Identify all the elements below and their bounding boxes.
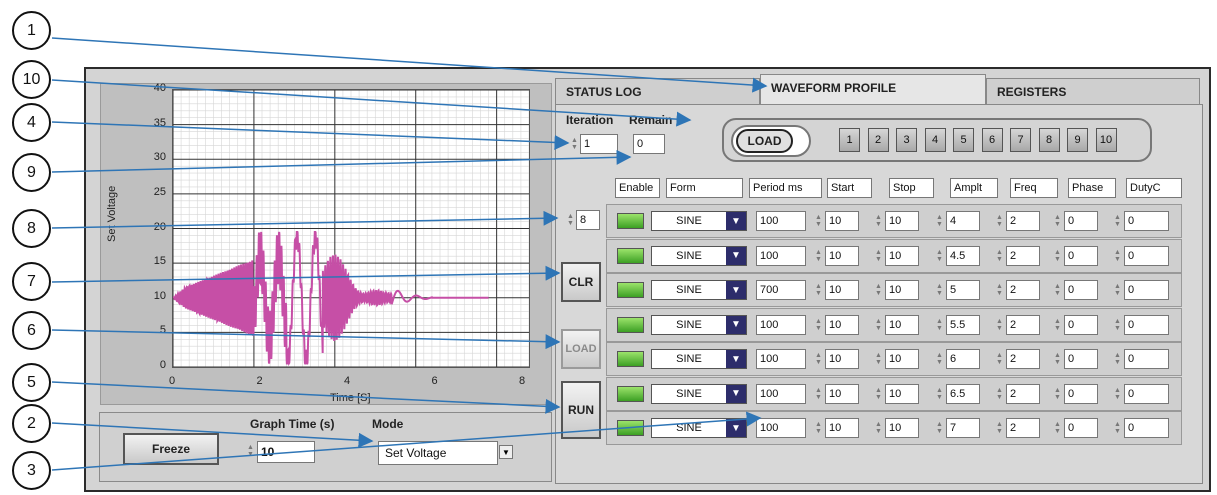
callout-10: 10 [12, 60, 51, 99]
callout-8: 8 [12, 209, 51, 248]
callout-7: 7 [12, 262, 51, 301]
callout-arrows [51, 37, 768, 471]
arrow-4 [51, 121, 570, 150]
arrow-5 [51, 381, 561, 414]
callout-9: 9 [12, 153, 51, 192]
callout-6: 6 [12, 311, 51, 350]
arrow-6 [51, 329, 561, 350]
arrow-1 [51, 37, 768, 93]
arrow-8 [51, 210, 559, 229]
arrow-2 [51, 422, 374, 448]
callout-4: 4 [12, 103, 51, 142]
arrow-9 [51, 149, 632, 173]
arrow-10 [51, 79, 692, 127]
callout-5: 5 [12, 363, 51, 402]
callout-1: 1 [12, 11, 51, 50]
callout-3: 3 [12, 451, 51, 490]
arrow-7 [51, 265, 561, 283]
arrow-3 [51, 411, 762, 471]
callout-2: 2 [12, 404, 51, 443]
